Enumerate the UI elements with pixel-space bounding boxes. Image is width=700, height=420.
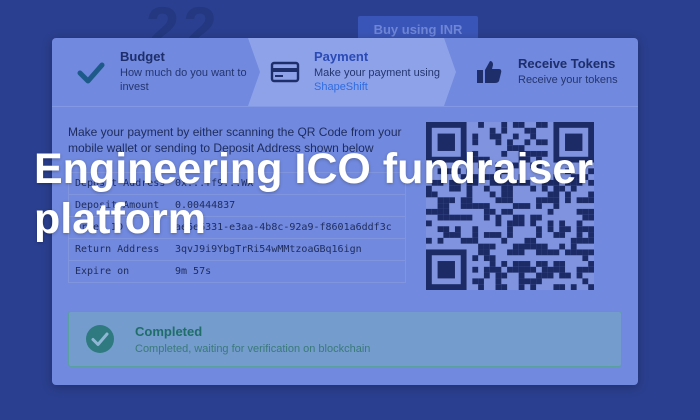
step-budget[interactable]: Budget How much do you want to invest [52, 38, 248, 106]
detail-value[interactable]: 3qvJ9i9YbgTrRi54wMMtzoaGBq16ign [175, 244, 405, 255]
step-subtitle: Receive your tokens [518, 74, 618, 86]
step-title: Budget [120, 49, 165, 64]
step-divider [248, 38, 260, 106]
progress-steps: Budget How much do you want to invest Pa… [52, 38, 638, 107]
status-title: Completed [135, 323, 203, 339]
step-subtitle: How much do you want to invest [120, 67, 247, 93]
detail-label: Return Address [75, 244, 160, 255]
step-receive-tokens[interactable]: Receive Tokens Receive your tokens [444, 38, 638, 106]
shapeshift-link[interactable]: ShapeShift [314, 81, 368, 93]
detail-label: Expire on [75, 266, 130, 277]
step-title: Payment [314, 49, 369, 64]
thumbs-up-icon [477, 61, 502, 83]
headline: Engineering ICO fundraiser platform [34, 145, 594, 243]
step-subtitle: Make your payment using ShapeShift [314, 66, 444, 94]
credit-card-icon [270, 61, 300, 83]
step-subtitle-text: Make your payment using [314, 67, 440, 79]
check-circle-icon [86, 325, 114, 353]
table-row: Expire on 9m 57s [69, 261, 405, 282]
step-title: Receive Tokens [518, 56, 616, 71]
detail-value: 9m 57s [175, 266, 212, 277]
status-banner: Completed Completed, waiting for verific… [68, 311, 622, 367]
status-subtitle: Completed, waiting for verification on b… [135, 342, 371, 355]
checkmark-icon [77, 62, 105, 84]
step-payment[interactable]: Payment Make your payment using ShapeShi… [248, 38, 444, 106]
